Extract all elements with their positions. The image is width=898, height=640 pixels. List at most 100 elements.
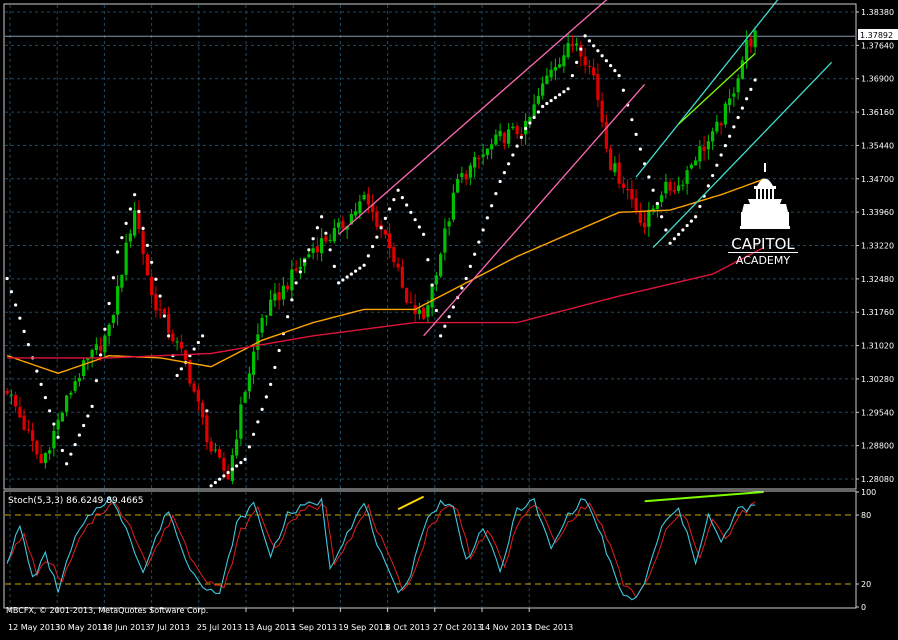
candle-bear: [26, 429, 30, 431]
candle-bear: [141, 231, 145, 255]
candle-bull: [498, 130, 502, 137]
candle-bull: [290, 269, 294, 291]
stoch-tick-label: 20: [861, 580, 871, 589]
candle-bull: [545, 75, 549, 84]
candle-bear: [35, 440, 39, 455]
time-tick-label: 14 Nov 2013: [480, 623, 531, 632]
candle-bear: [145, 254, 149, 276]
candle-bull: [430, 283, 434, 308]
sar-dot: [426, 258, 430, 262]
sar-dot: [502, 171, 506, 175]
candle-bear: [515, 125, 519, 135]
sar-dot: [252, 432, 256, 436]
candle-bear: [171, 333, 175, 342]
sar-dot: [575, 60, 579, 64]
sar-dot: [362, 263, 366, 267]
sar-dot: [468, 264, 472, 268]
sar-dot: [570, 73, 574, 78]
candle-bull: [65, 395, 69, 412]
stoch-tick-label: 0: [861, 603, 866, 612]
sar-dot: [736, 115, 740, 120]
candle-bull: [69, 392, 73, 395]
candle-bear: [502, 132, 506, 144]
candle-bear: [366, 193, 370, 205]
candle-bear: [719, 123, 723, 126]
sar-dot: [286, 315, 290, 319]
candle-bull: [311, 248, 315, 253]
candle-bear: [167, 313, 171, 334]
sar-dot: [230, 467, 234, 471]
sar-dot: [413, 218, 417, 222]
sar-dot: [328, 248, 332, 252]
logo-name-line2: ACADEMY: [736, 254, 790, 267]
candle-bear: [609, 148, 613, 171]
sar-dot: [128, 207, 132, 211]
sar-dot: [14, 303, 18, 307]
sar-dot: [528, 121, 532, 125]
candle-bear: [519, 134, 523, 136]
time-tick-label: 19 Sep 2013: [338, 623, 389, 632]
candle-bear: [294, 268, 298, 271]
sar-dot: [545, 101, 549, 106]
sar-dot: [664, 228, 668, 232]
sar-dot: [239, 461, 243, 465]
sar-dot: [481, 228, 485, 232]
sar-dot: [638, 147, 642, 151]
sar-dot: [175, 373, 179, 378]
sar-dot: [430, 283, 434, 287]
candle-bull: [94, 344, 98, 351]
sar-dot: [311, 237, 315, 241]
candle-bull: [43, 452, 47, 464]
candle-bull: [566, 43, 570, 58]
time-tick-label: 25 Jul 2013: [197, 623, 242, 632]
candle-bear: [22, 415, 26, 430]
candle-bear: [626, 189, 630, 191]
time-tick-label: 7 Jul 2013: [150, 623, 190, 632]
sar-dot: [196, 340, 200, 345]
sar-dot: [192, 347, 196, 351]
sar-dot: [507, 162, 511, 166]
candle-bear: [464, 173, 468, 180]
sar-dot: [579, 47, 583, 51]
sar-dot: [235, 464, 239, 468]
time-tick-label: 3 Dec 2013: [527, 623, 573, 632]
sar-dot: [201, 334, 205, 338]
sar-dot: [103, 327, 107, 331]
sar-dot: [137, 209, 141, 214]
candle-bull: [116, 286, 120, 315]
sar-dot: [111, 276, 115, 280]
candle-bull: [362, 194, 366, 200]
candle-bear: [201, 402, 205, 418]
candle-bear: [18, 407, 22, 418]
sar-dot: [490, 204, 494, 208]
sar-dot: [366, 254, 370, 258]
sar-dot: [77, 433, 81, 437]
sar-dot: [48, 409, 52, 413]
sar-dot: [86, 414, 90, 418]
sar-dot: [621, 88, 625, 92]
candle-bull: [264, 315, 268, 317]
candle-bull: [528, 116, 532, 122]
candle-bull: [307, 254, 311, 258]
candle-bear: [630, 188, 634, 200]
sar-dot: [56, 435, 60, 439]
price-tick-label: 1.36160: [861, 108, 894, 117]
candle-bull: [235, 439, 239, 456]
price-tick-label: 1.30280: [861, 375, 894, 384]
sar-dot: [689, 219, 693, 223]
sar-dot: [247, 445, 251, 449]
time-tick-label: 8 Oct 2013: [386, 623, 430, 632]
sar-dot: [269, 382, 273, 386]
candle-bull: [677, 185, 681, 191]
sar-dot: [73, 443, 77, 447]
candle-bear: [570, 44, 574, 47]
price-tick-label: 1.35440: [861, 141, 894, 150]
sar-dot: [477, 240, 481, 244]
sar-dot: [354, 269, 358, 273]
candle-bear: [587, 65, 591, 67]
price-tick-label: 1.34700: [861, 175, 894, 184]
candle-bull: [536, 96, 540, 104]
sar-dot: [179, 367, 183, 371]
candle-bear: [99, 345, 103, 351]
sar-dot: [167, 334, 171, 338]
